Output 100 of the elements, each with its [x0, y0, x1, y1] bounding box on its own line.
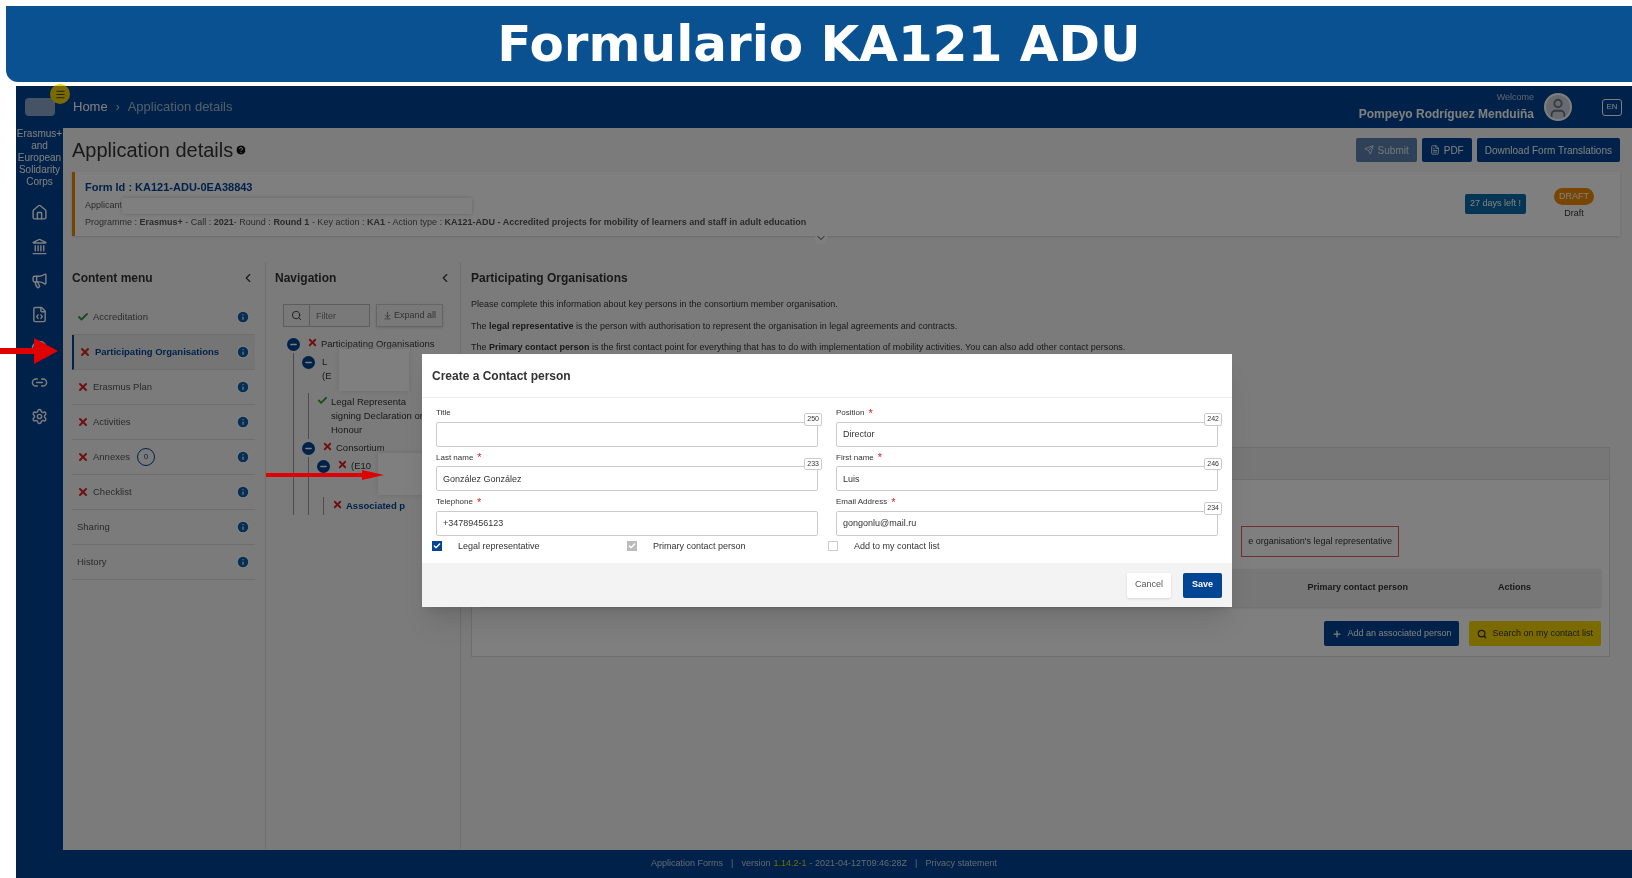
menu-icon [54, 88, 66, 100]
menu-badge[interactable] [50, 84, 70, 104]
deadline-badge: 27 days left ! [1464, 194, 1526, 214]
language-button[interactable]: EN [1602, 98, 1622, 116]
tree-item[interactable]: L [322, 355, 332, 369]
cancel-button[interactable]: Cancel [1126, 572, 1171, 598]
info-paragraph: The Primary contact person is the first contact point for everything that has to do with implementation of mobility activities. You can also add other contact persons. [471, 341, 1127, 354]
tree-item[interactable]: Legal Representa [331, 395, 423, 409]
menu-item[interactable]: Annexes 0 [72, 440, 255, 475]
status-label: Draft [1564, 207, 1584, 220]
text-field[interactable]: Director [836, 421, 1218, 447]
tree-item[interactable]: (E10 [351, 459, 372, 473]
code-file-icon[interactable] [31, 306, 48, 323]
build-timestamp: - 2021-04-12T09:46:28Z [809, 857, 908, 871]
tree-item[interactable]: Honour [331, 423, 423, 437]
footer-separator: | [915, 857, 918, 871]
required-asterisk: * [477, 452, 482, 463]
text-field[interactable]: González González [436, 466, 818, 491]
column-header: Actions [1498, 581, 1531, 595]
settings-icon[interactable] [31, 408, 48, 425]
collapse-toggle[interactable] [302, 356, 315, 369]
text-field[interactable]: Luis [836, 466, 1218, 491]
checkbox-label: Legal representative [458, 539, 540, 553]
info-icon[interactable] [236, 485, 250, 499]
footer-link[interactable]: Application Forms [651, 857, 724, 871]
tree-item[interactable]: Associated p [346, 499, 406, 513]
menu-item[interactable]: Sharing [72, 510, 255, 545]
arrow-down-icon [383, 311, 392, 320]
field-label: First name [836, 451, 874, 464]
panel-title: Navigation [275, 270, 337, 287]
filter-field[interactable]: Filter [310, 304, 370, 327]
add-person-button[interactable]: Add an associated person [1324, 621, 1460, 646]
required-asterisk: * [868, 407, 873, 419]
search-icon [1477, 628, 1488, 639]
required-asterisk: * [476, 496, 482, 508]
form-id: Form Id : KA121-ADU-0EA38843 [85, 180, 254, 195]
tree-item[interactable]: Consortium [336, 441, 385, 455]
info-icon[interactable] [236, 415, 250, 429]
flag-logo-icon [24, 98, 55, 116]
panel-title: Content menu [72, 270, 153, 287]
page-title: Application details [72, 138, 234, 163]
bank-icon[interactable] [31, 238, 48, 255]
info-paragraph: Please complete this information about key persons in the consortium member organisation. [471, 298, 839, 311]
home-icon[interactable] [31, 204, 48, 221]
search-contacts-button[interactable]: Search on my contact list [1469, 621, 1601, 646]
help-icon[interactable] [235, 144, 248, 156]
field-label: Title [436, 407, 451, 419]
expand-icon[interactable] [815, 232, 827, 244]
menu-item[interactable]: Participating Organisations [72, 335, 255, 370]
save-button[interactable]: Save [1182, 572, 1222, 598]
tree-item[interactable]: (E [322, 369, 332, 383]
breadcrumb-link[interactable]: Home [73, 97, 108, 117]
check-icon [433, 542, 441, 551]
pointer-arrow-icon [266, 470, 384, 480]
checkbox[interactable] [432, 541, 442, 552]
info-icon[interactable] [236, 380, 250, 394]
plus-icon [1332, 628, 1343, 639]
program-name: Erasmus+ and European Solidarity Corps [16, 128, 63, 188]
search-icon [291, 310, 302, 321]
checkbox-label: Primary contact person [653, 539, 746, 553]
info-paragraph: The legal representative is the person with authorisation to represent the organisation in legal agreements and contracts. [471, 319, 959, 333]
field-label: Last name [436, 451, 474, 464]
collapse-toggle[interactable] [287, 338, 300, 351]
tree-item[interactable]: Participating Organisations [321, 337, 435, 351]
menu-item[interactable]: Erasmus Plan [72, 370, 255, 405]
slide-title: Formulario KA121 ADU [497, 13, 1141, 75]
menu-item[interactable]: Checklist [72, 475, 255, 510]
required-asterisk: * [877, 452, 883, 463]
version-label: version [741, 857, 771, 871]
section-title: Participating Organisations [471, 270, 628, 287]
info-icon[interactable] [236, 310, 250, 324]
pointer-arrow-icon [0, 338, 58, 364]
version-number: 1.14.2-1 [773, 857, 807, 871]
collapse-toggle[interactable] [317, 460, 330, 473]
applicant-label: Applicant [85, 198, 123, 212]
menu-item[interactable]: Activities [72, 405, 255, 440]
modal-title: Create a Contact person [432, 367, 571, 385]
check-icon [628, 542, 636, 551]
search-button[interactable] [283, 304, 310, 327]
info-icon[interactable] [236, 345, 250, 359]
pdf-button[interactable]: PDF [1421, 138, 1472, 162]
column-header: Primary contact person [1307, 581, 1408, 595]
field-label: Email Address [836, 496, 888, 508]
breadcrumb-link[interactable]: Application details [127, 97, 233, 117]
info-icon[interactable] [236, 520, 250, 534]
field-label: Position [836, 407, 865, 419]
text-field[interactable]: gongonlu@mail.ru [836, 510, 1218, 536]
info-icon[interactable] [236, 450, 250, 464]
download-button[interactable]: Download Form Translations [1476, 138, 1620, 162]
menu-item[interactable]: History [72, 545, 255, 580]
text-field[interactable] [436, 421, 818, 447]
megaphone-icon[interactable] [31, 272, 48, 289]
footer-separator: | [731, 857, 734, 871]
field-label: Telephone [436, 496, 473, 508]
text-field[interactable]: +34789456123 [436, 510, 818, 536]
required-asterisk: * [891, 496, 896, 508]
info-icon[interactable] [236, 555, 250, 569]
collapse-toggle[interactable] [302, 442, 315, 455]
avatar[interactable] [1544, 93, 1572, 121]
footer-link[interactable]: Privacy statement [925, 857, 997, 871]
